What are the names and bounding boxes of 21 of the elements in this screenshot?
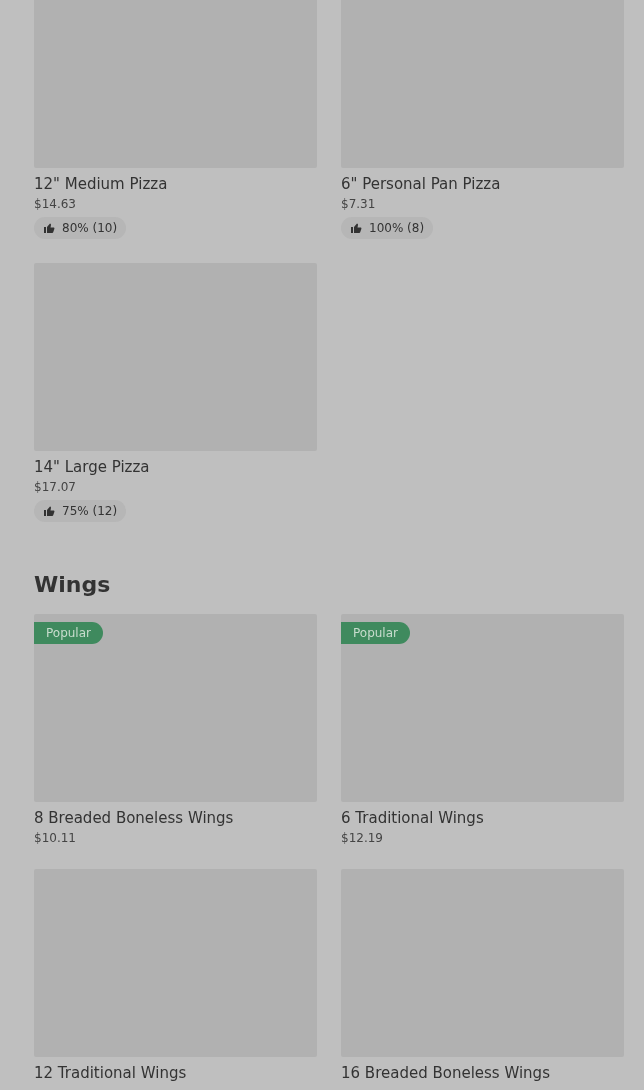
item-price: $10.11 (34, 831, 76, 845)
popular-badge: Popular (341, 622, 410, 644)
item-name[interactable]: 12 Traditional Wings (34, 1063, 187, 1083)
rating-text: 80% (10) (62, 221, 118, 235)
rating-text: 75% (12) (62, 504, 118, 518)
item-price: $14.63 (34, 197, 76, 211)
item-price: $7.31 (341, 197, 376, 211)
thumbs-up-icon (43, 505, 55, 517)
section-heading: Wings (34, 571, 112, 599)
thumbs-up-icon (43, 222, 55, 234)
popular-badge: Popular (34, 622, 103, 644)
item-price: $17.07 (34, 480, 76, 494)
thumbs-up-icon (350, 222, 362, 234)
item-name[interactable]: 6" Personal Pan Pizza (341, 174, 501, 194)
rating-text: 100% (8) (369, 221, 425, 235)
item-name[interactable]: 8 Breaded Boneless Wings (34, 808, 234, 828)
item-name[interactable]: 16 Breaded Boneless Wings (341, 1063, 550, 1083)
item-name[interactable]: 14" Large Pizza (34, 457, 150, 477)
item-name[interactable]: 6 Traditional Wings (341, 808, 484, 828)
item-name[interactable]: 12" Medium Pizza (34, 174, 168, 194)
item-price: $12.19 (341, 831, 383, 845)
